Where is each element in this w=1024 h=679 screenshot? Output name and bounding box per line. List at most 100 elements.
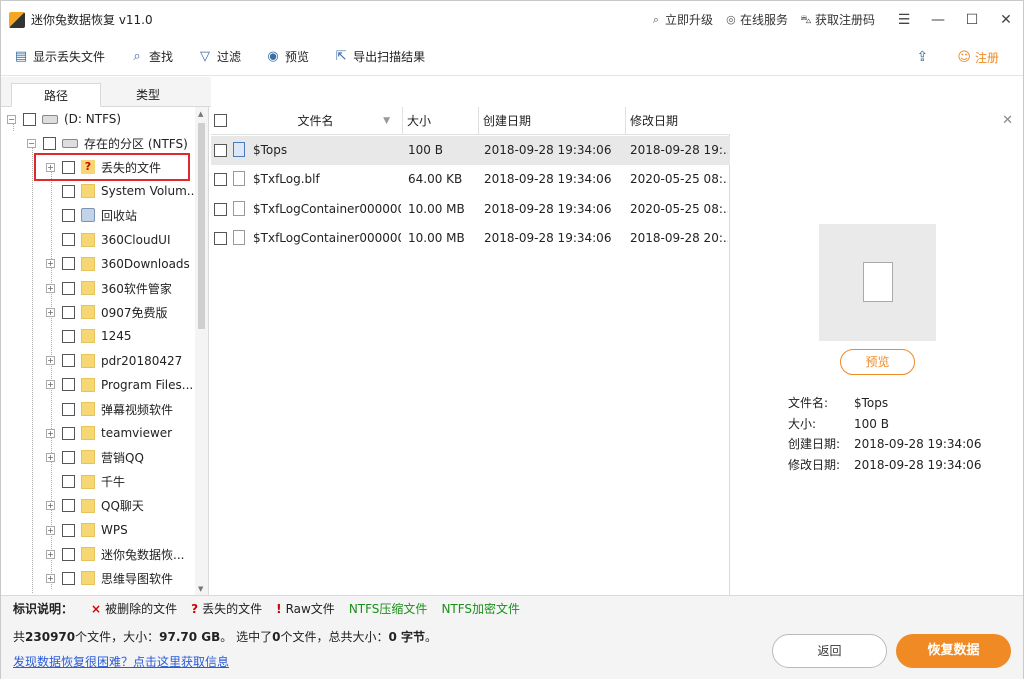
col-size[interactable]: 大小	[403, 107, 479, 135]
register-button[interactable]: ☺ 注册	[957, 49, 999, 66]
checkbox[interactable]	[62, 402, 75, 416]
checkbox[interactable]	[62, 426, 75, 440]
tree-folder-row[interactable]: + QQ聊天	[46, 494, 144, 518]
preview-pane: ✕ 预览 文件名: $Tops 大小: 100 B 创建日期: 2018-09-28 …	[731, 107, 1023, 595]
col-created[interactable]: 创建日期	[479, 107, 626, 135]
checkbox[interactable]	[62, 499, 75, 513]
checkbox[interactable]	[62, 329, 75, 343]
select-all-checkbox[interactable]	[214, 114, 227, 127]
tree-folder-row[interactable]: 回收站	[46, 203, 137, 227]
scroll-down-icon[interactable]: ▼	[198, 585, 203, 593]
maximize-button[interactable]: ☐	[955, 1, 989, 38]
info-size: 大小: 100 B	[788, 417, 889, 431]
checkbox[interactable]	[62, 354, 75, 368]
tree-folder-row[interactable]: 360CloudUI	[46, 228, 171, 252]
folder-icon	[81, 232, 95, 247]
tree-folder-row[interactable]: + 营销QQ	[46, 445, 144, 469]
tree-folder-row[interactable]: + Program Files...	[46, 373, 193, 397]
checkbox[interactable]	[62, 547, 75, 561]
checkbox[interactable]	[62, 305, 75, 319]
back-button[interactable]: 返回	[772, 634, 887, 668]
expand-icon[interactable]: +	[46, 525, 55, 535]
checkbox[interactable]	[62, 475, 75, 489]
preview-button[interactable]: 预览	[840, 349, 915, 375]
collapse-icon[interactable]: −	[27, 138, 36, 148]
checkbox[interactable]	[62, 281, 75, 295]
tree-partition-row[interactable]: − 存在的分区 (NTFS)	[27, 131, 188, 155]
expand-icon[interactable]: +	[46, 307, 55, 317]
tree-folder-row[interactable]: 千牛	[46, 470, 125, 494]
expand-icon[interactable]: +	[46, 259, 55, 269]
tree-folder-row[interactable]: 1245	[46, 324, 132, 348]
tree-folder-row[interactable]: + pdr20180427	[46, 349, 182, 373]
table-row[interactable]: $TxfLog.blf 64.00 KB 2018-09-28 19:34:06 20…	[211, 165, 730, 194]
col-modified[interactable]: 修改日期	[626, 107, 730, 135]
close-preview-icon[interactable]: ✕	[1002, 113, 1013, 128]
expand-icon[interactable]: +	[46, 356, 55, 366]
expand-icon[interactable]: +	[46, 501, 55, 511]
get-code-link[interactable]: ⛍ 获取注册码	[800, 11, 875, 28]
online-service-link[interactable]: ◎ 在线服务	[725, 11, 788, 28]
checkbox[interactable]	[23, 112, 36, 126]
recover-button[interactable]: 恢复数据	[896, 634, 1011, 668]
checkbox[interactable]	[62, 450, 75, 464]
tree-folder-row[interactable]: 弹幕视频软件	[46, 397, 173, 421]
tree-folder-label: 迷你兔数据恢...	[101, 547, 185, 562]
filter-button[interactable]: ▽ 过滤	[185, 38, 253, 76]
close-button[interactable]: ✕	[989, 1, 1023, 38]
search-button[interactable]: ⌕ 查找	[117, 38, 185, 76]
upgrade-link[interactable]: ⌕ 立即升级	[650, 11, 713, 28]
cell-modified: 2018-09-28 20:...	[630, 230, 728, 245]
share-icon[interactable]: ⇪	[907, 38, 937, 76]
tree-folder-row[interactable]: + 思维导图软件	[46, 566, 173, 590]
row-checkbox[interactable]	[214, 231, 227, 245]
expand-icon[interactable]: +	[46, 452, 55, 462]
table-row[interactable]: $TxfLogContainer000000... 10.00 MB 2018-09…	[211, 224, 730, 253]
expand-icon[interactable]: +	[46, 380, 55, 390]
tree-scrollbar[interactable]: ▲ ▼	[195, 107, 208, 595]
folder-icon	[81, 305, 95, 320]
collapse-icon[interactable]: −	[7, 114, 16, 124]
checkbox[interactable]	[62, 257, 75, 271]
tab-path[interactable]: 路径	[11, 83, 101, 107]
tree-folder-row[interactable]: + teamviewer	[46, 421, 172, 445]
expand-icon[interactable]: +	[46, 283, 55, 293]
checkbox[interactable]	[62, 571, 75, 585]
export-icon: ⇱	[335, 49, 347, 64]
expand-icon[interactable]: +	[46, 573, 55, 583]
expand-icon[interactable]: +	[46, 549, 55, 559]
checkbox[interactable]	[62, 184, 75, 198]
col-name[interactable]: 文件名 ▼	[229, 107, 403, 135]
tree-folder-row[interactable]: + WPS	[46, 518, 128, 542]
scroll-up-icon[interactable]: ▲	[198, 110, 203, 118]
tree-folder-row[interactable]: + 迷你兔数据恢...	[46, 542, 184, 566]
export-scan-button[interactable]: ⇱ 导出扫描结果	[321, 38, 437, 76]
preview-toolbar-button[interactable]: ◉ 预览	[253, 38, 321, 76]
tree-folder-row[interactable]: +0907免费版	[46, 300, 168, 324]
checkbox[interactable]	[62, 233, 75, 247]
show-lost-files-button[interactable]: ▤ 显示丢失文件	[1, 38, 117, 76]
tree-folder-label: 营销QQ	[101, 450, 144, 465]
tree-folder-row[interactable]: System Volum...	[46, 179, 198, 203]
tree-folder-row[interactable]: +360Downloads	[46, 252, 190, 276]
tree-root-row[interactable]: − (D: NTFS)	[7, 107, 121, 131]
tree-folder-row[interactable]: +360软件管家	[46, 276, 172, 300]
row-checkbox[interactable]	[214, 173, 227, 187]
checkbox[interactable]	[62, 523, 75, 537]
checkbox[interactable]	[62, 208, 75, 222]
scrollbar-thumb[interactable]	[198, 123, 205, 329]
table-row[interactable]: $TxfLogContainer000000... 10.00 MB 2018-09…	[211, 195, 730, 224]
row-checkbox[interactable]	[214, 202, 227, 216]
tab-type[interactable]: 类型	[103, 83, 193, 107]
row-checkbox[interactable]	[214, 144, 227, 157]
help-link[interactable]: 发现数据恢复很困难？点击这里获取信息	[13, 653, 229, 670]
table-row[interactable]: $Tops 100 B 2018-09-28 19:34:06 2018-09-28 …	[211, 136, 730, 165]
cell-size: 10.00 MB	[408, 201, 465, 216]
checkbox[interactable]	[62, 378, 75, 392]
menu-button[interactable]: ☰	[887, 1, 921, 38]
expand-icon[interactable]: +	[46, 428, 55, 438]
checkbox[interactable]	[43, 136, 56, 150]
minimize-button[interactable]: —	[921, 1, 955, 38]
tree-folder-label: Program Files...	[101, 377, 194, 392]
drive-icon	[42, 114, 58, 124]
